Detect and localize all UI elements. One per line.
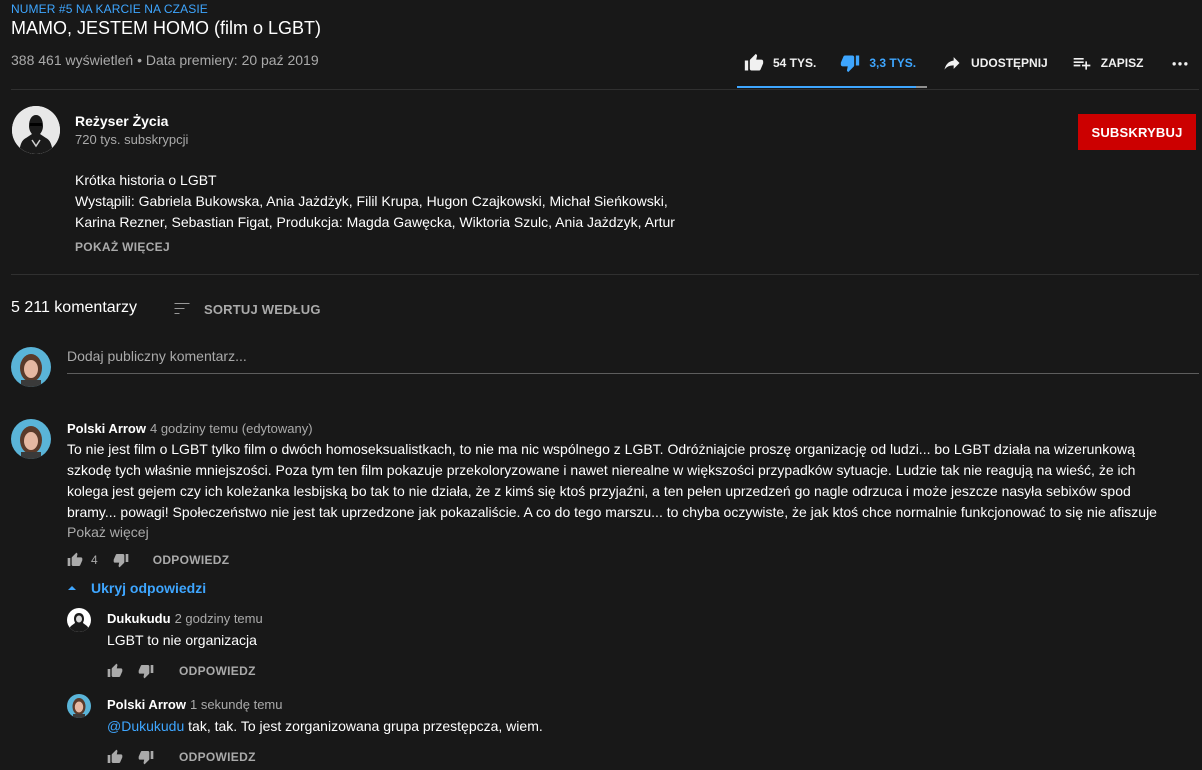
share-label: UDOSTĘPNIJ bbox=[971, 56, 1048, 70]
more-horizontal-icon bbox=[1170, 53, 1199, 73]
thumbs-down-icon bbox=[840, 53, 869, 73]
reply-header: Dukukudu 2 godziny temu bbox=[107, 610, 263, 628]
comment-line: kolega jest gejem czy ich koleżanka lesb… bbox=[67, 483, 1131, 499]
comment-toolbar: 4 ODPOWIEDZ bbox=[67, 552, 229, 568]
thumbs-down-icon[interactable] bbox=[138, 663, 154, 679]
thumbs-up-icon[interactable] bbox=[67, 552, 83, 568]
share-icon bbox=[942, 53, 971, 73]
sort-comments-button[interactable]: SORTUJ WEDŁUG bbox=[172, 299, 321, 319]
reply-time[interactable]: 2 godziny temu bbox=[175, 611, 263, 626]
channel-avatar[interactable] bbox=[12, 106, 60, 154]
trending-badge[interactable]: NUMER #5 NA KARCIE NA CZASIE bbox=[11, 2, 208, 16]
comment-author[interactable]: Polski Arrow bbox=[67, 421, 146, 436]
reply-author-avatar[interactable] bbox=[67, 608, 91, 632]
channel-name[interactable]: Reżyser Życia bbox=[75, 113, 168, 129]
thumbs-down-icon[interactable] bbox=[113, 552, 129, 568]
video-actions: 54 TYS. 3,3 TYS. UDOSTĘPNIJ ZAPISZ bbox=[740, 50, 1199, 76]
reply-time[interactable]: 1 sekundę temu bbox=[190, 697, 283, 712]
thumbs-down-icon[interactable] bbox=[138, 749, 154, 765]
divider bbox=[11, 89, 1199, 90]
thumbs-up-icon[interactable] bbox=[107, 749, 123, 765]
comment-show-more[interactable]: Pokaż więcej bbox=[67, 524, 149, 540]
reply-toolbar: ODPOWIEDZ bbox=[107, 663, 256, 679]
comment-like-count: 4 bbox=[91, 553, 98, 567]
reply-button[interactable]: ODPOWIEDZ bbox=[153, 553, 230, 567]
more-actions-button[interactable] bbox=[1170, 53, 1199, 73]
reply-header: Polski Arrow 1 sekundę temu bbox=[107, 696, 283, 714]
add-comment-input[interactable]: Dodaj publiczny komentarz... bbox=[67, 348, 1199, 374]
video-meta: 388 461 wyświetleń • Data premiery: 20 p… bbox=[11, 52, 319, 68]
like-button[interactable]: 54 TYS. bbox=[744, 53, 816, 73]
thumbs-up-icon[interactable] bbox=[107, 663, 123, 679]
dislike-button[interactable]: 3,3 TYS. bbox=[840, 53, 916, 73]
sentiment-bar-dislikes bbox=[915, 86, 927, 88]
share-button[interactable]: UDOSTĘPNIJ bbox=[942, 53, 1048, 73]
description-line: Wystąpili: Gabriela Bukowska, Ania Jażdż… bbox=[75, 193, 668, 209]
comment-time[interactable]: 4 godziny temu (edytowany) bbox=[150, 421, 313, 436]
save-button[interactable]: ZAPISZ bbox=[1072, 53, 1144, 73]
reply-author-avatar[interactable] bbox=[67, 694, 91, 718]
reply-author[interactable]: Dukukudu bbox=[107, 611, 171, 626]
hide-replies-button[interactable]: Ukryj odpowiedzi bbox=[67, 580, 206, 596]
comment-header: Polski Arrow 4 godziny temu (edytowany) bbox=[67, 420, 313, 438]
video-description: Krótka historia o LGBT Wystąpili: Gabrie… bbox=[75, 170, 695, 233]
reply-text: LGBT to nie organizacja bbox=[107, 632, 257, 648]
comment-line: szkodę tych właśnie mniejszości. Poza ty… bbox=[67, 462, 1136, 478]
subscriber-count: 720 tys. subskrypcji bbox=[75, 132, 189, 147]
save-label: ZAPISZ bbox=[1100, 56, 1144, 70]
comment-author-avatar[interactable] bbox=[11, 419, 51, 459]
caret-up-icon bbox=[67, 583, 77, 593]
reply-button[interactable]: ODPOWIEDZ bbox=[179, 664, 256, 678]
description-line: Karina Rezner, Sebastian Figat, Produkcj… bbox=[75, 214, 675, 230]
current-user-avatar bbox=[11, 347, 51, 387]
comments-count: 5 211 komentarzy bbox=[11, 299, 137, 316]
thumbs-up-icon bbox=[744, 53, 773, 73]
subscribe-button[interactable]: SUBSKRYBUJ bbox=[1078, 114, 1196, 150]
comment-line: To nie jest film o LGBT tylko film o dwó… bbox=[67, 441, 1135, 457]
sort-label: SORTUJ WEDŁUG bbox=[204, 301, 321, 317]
reply-body: tak, tak. To jest zorganizowana grupa pr… bbox=[184, 718, 543, 734]
video-title: MAMO, JESTEM HOMO (film o LGBT) bbox=[11, 18, 322, 38]
comment-text: To nie jest film o LGBT tylko film o dwó… bbox=[67, 439, 1192, 523]
divider bbox=[11, 274, 1199, 275]
mention-link[interactable]: @Dukukudu bbox=[107, 718, 184, 734]
sort-icon bbox=[172, 299, 204, 319]
reply-toolbar: ODPOWIEDZ bbox=[107, 749, 256, 765]
sentiment-bar bbox=[737, 86, 927, 88]
comment-line: bramy... powagi! Społeczeństwo nie jest … bbox=[67, 504, 1157, 520]
hide-replies-label: Ukryj odpowiedzi bbox=[91, 580, 207, 596]
playlist-add-icon bbox=[1072, 53, 1101, 73]
reply-text: @Dukukudu tak, tak. To jest zorganizowan… bbox=[107, 716, 543, 737]
dislike-count: 3,3 TYS. bbox=[869, 56, 917, 70]
description-line: Krótka historia o LGBT bbox=[75, 172, 217, 188]
like-count: 54 TYS. bbox=[773, 56, 817, 70]
reply-button[interactable]: ODPOWIEDZ bbox=[179, 750, 256, 764]
show-more-description-button[interactable]: POKAŻ WIĘCEJ bbox=[75, 240, 170, 254]
reply-author[interactable]: Polski Arrow bbox=[107, 697, 186, 712]
